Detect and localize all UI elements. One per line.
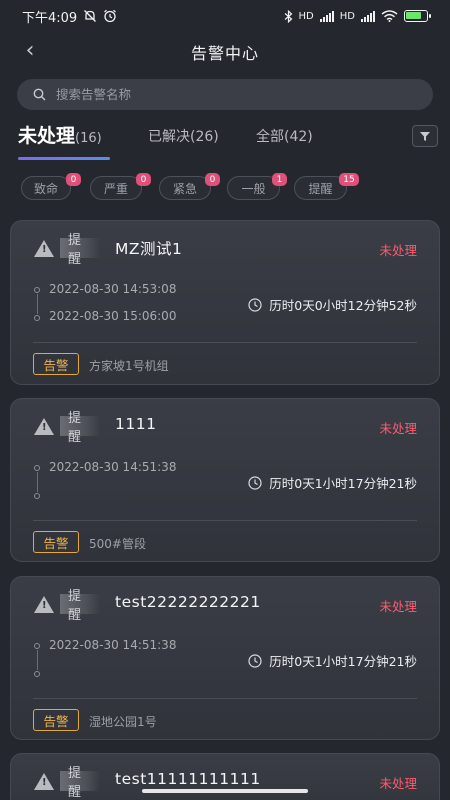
chip-general[interactable]: 一般 1 [227,173,287,200]
level-label: 提醒 [60,766,100,800]
start-time: 2022-08-30 14:53:08 [49,282,177,296]
alarm-type-tag: 告警 [33,353,79,375]
chip-count-badge: 0 [205,173,220,186]
signal-icon-2 [361,10,375,22]
level-tag: ! 提醒 [34,411,100,445]
page-title: 告警中心 [190,44,259,63]
tab-all[interactable]: 全部(42) [256,126,313,146]
home-indicator[interactable] [142,789,308,793]
level-tag: ! 提醒 [34,589,100,623]
chip-count-badge: 15 [339,173,359,186]
duration: 历时0天1小时17分钟21秒 [248,651,417,670]
alarm-title: test22222222221 [115,593,261,611]
chip-urgent[interactable]: 紧急 0 [159,173,220,200]
back-icon[interactable]: ‹ [18,38,42,63]
alarm-title: MZ测试1 [115,240,183,258]
alarm-location: 湿地公园1号 [89,715,157,729]
chip-count-badge: 0 [136,173,151,186]
divider [33,520,417,521]
alarm-type-tag: 告警 [33,709,79,731]
filter-button[interactable] [412,125,438,147]
chip-reminder[interactable]: 提醒 15 [294,173,359,200]
level-label: 提醒 [60,233,100,267]
alarm-card[interactable]: ! 提醒 test22222222221 未处理 2022-08-30 14:5… [10,576,440,740]
tab-resolved[interactable]: 已解决(26) [148,126,219,146]
level-tag: ! 提醒 [34,233,100,267]
chip-fatal[interactable]: 致命 0 [21,173,81,200]
clock-icon [248,653,262,668]
signal-icon-1 [319,10,334,22]
alarm-card[interactable]: ! 提醒 MZ测试1 未处理 2022-08-30 14:53:08 2022-… [10,220,440,385]
filter-icon [420,131,430,141]
status-time: 下午4:09 [22,10,78,26]
status-bar: 下午4:09 HD HD [0,0,450,32]
warning-icon: ! [34,595,54,613]
timeline [34,643,40,677]
warning-icon: ! [34,772,54,790]
divider [33,342,417,343]
active-tab-indicator [18,157,110,160]
app-header: ‹ 告警中心 [0,34,450,70]
alarm-title: test11111111111 [115,770,261,788]
status-tabs: 未处理(16) 已解决(26) 全部(42) [18,120,438,160]
level-label: 提醒 [60,589,100,623]
network-label-2: HD [339,10,355,22]
alarm-location: 500#管段 [89,537,146,551]
alarm-location: 方家坡1号机组 [89,359,169,373]
level-tag: ! 提醒 [34,766,100,800]
alarm-type-tag: 告警 [33,531,79,553]
network-label-1: HD [298,10,314,22]
timeline [34,465,40,499]
alarm-status: 未处理 [379,599,417,614]
mute-icon [84,10,97,22]
warning-icon: ! [34,417,54,435]
start-time: 2022-08-30 14:51:38 [49,638,177,652]
wifi-icon [381,10,398,22]
alarm-status: 未处理 [379,776,417,791]
battery-icon [404,10,431,22]
chip-count-badge: 1 [272,173,287,186]
start-time: 2022-08-30 14:51:38 [49,460,177,474]
level-label: 提醒 [60,411,100,445]
battery-level-fill [406,12,421,19]
end-time: 2022-08-30 15:06:00 [49,309,177,323]
alarm-clock-icon [104,9,117,23]
clock-icon [248,475,262,490]
bluetooth-icon [284,9,292,23]
duration: 历时0天0小时12分钟52秒 [248,295,417,314]
divider [33,698,417,699]
search-input[interactable] [56,87,396,102]
duration: 历时0天1小时17分钟21秒 [248,473,417,492]
tab-unprocessed[interactable]: 未处理(16) [18,121,102,148]
alarm-status: 未处理 [379,421,417,436]
alarm-card[interactable]: ! 提醒 1111 未处理 2022-08-30 14:51:38 历时0天1小… [10,398,440,562]
warning-icon: ! [34,239,54,257]
chip-count-badge: 0 [66,173,81,186]
clock-icon [248,297,262,312]
timeline [34,287,40,321]
search-icon [33,88,46,101]
alarm-status: 未处理 [379,243,417,258]
chip-severe[interactable]: 严重 0 [90,173,151,200]
search-bar[interactable] [17,79,433,110]
alarm-title: 1111 [115,415,157,433]
